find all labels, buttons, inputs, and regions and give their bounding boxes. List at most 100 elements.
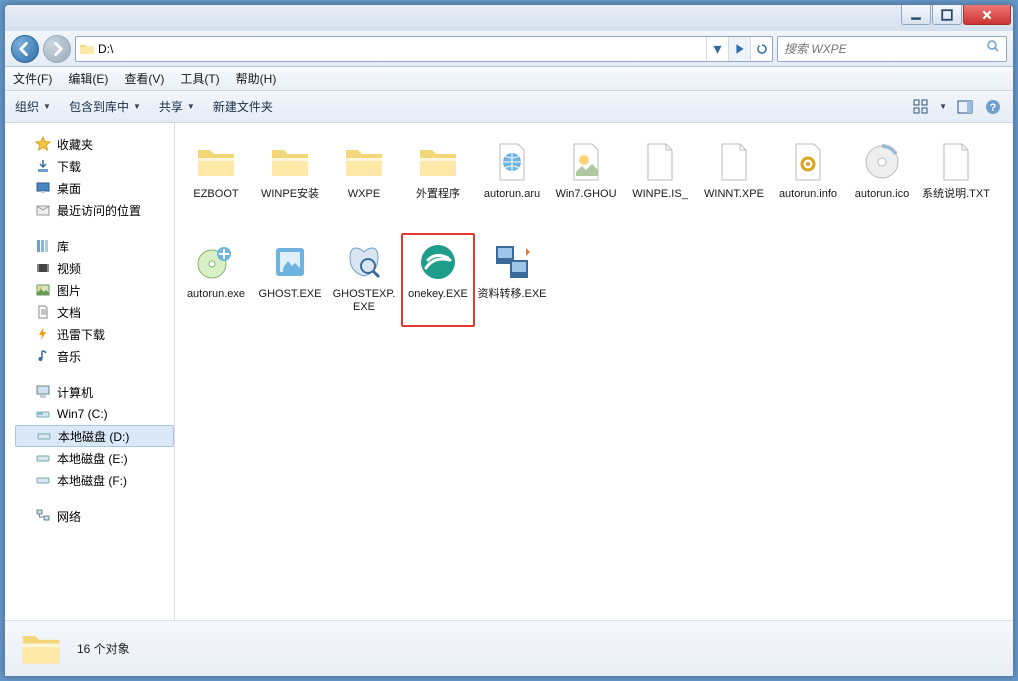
- file-item-autoruninfo[interactable]: autorun.info: [771, 133, 845, 227]
- sidebar-head-network[interactable]: 网络: [15, 505, 174, 527]
- exe-disc-icon: [192, 238, 240, 286]
- chevron-down-icon: ▼: [43, 102, 51, 111]
- file-label: autorun.exe: [187, 288, 245, 301]
- file-item-autorunexe[interactable]: autorun.exe: [179, 233, 253, 327]
- sidebar-head-computer[interactable]: 计算机: [15, 381, 174, 403]
- sidebar-head-favorites[interactable]: 收藏夹: [15, 133, 174, 155]
- share-button[interactable]: 共享 ▼: [159, 98, 195, 115]
- menu-edit[interactable]: 编辑(E): [68, 70, 108, 87]
- minimize-button[interactable]: [901, 5, 931, 25]
- main-area: 收藏夹 下载 桌面 最: [5, 123, 1013, 620]
- sidebar-item-label: 迅雷下载: [57, 326, 105, 343]
- explorer-window: D:\ ▾ 文件(F) 编辑(E) 查看(V) 工具(T) 帮助(H) 组织 ▼: [4, 4, 1014, 677]
- file-content-area[interactable]: EZBOOTWINPE安装 WXPE 外置程序autorun.aru Win7.GHO…: [175, 123, 1013, 620]
- file-item-ghostexe[interactable]: GHOST.EXE: [253, 233, 327, 327]
- folder-icon: [340, 138, 388, 186]
- file-item-autorunico[interactable]: autorun.ico: [845, 133, 919, 227]
- file-label: Win7.GHOU: [555, 188, 616, 201]
- address-go-button[interactable]: [728, 37, 750, 61]
- search-input[interactable]: [784, 42, 986, 56]
- sidebar-item-music[interactable]: 音乐: [15, 345, 174, 367]
- computer-icon: [35, 384, 51, 400]
- download-icon: [35, 158, 51, 174]
- file-globe-icon: [488, 138, 536, 186]
- sidebar-item-thunder[interactable]: 迅雷下载: [15, 323, 174, 345]
- sidebar: 收藏夹 下载 桌面 最: [5, 123, 175, 620]
- organize-label: 组织: [15, 98, 39, 115]
- folder-icon: [19, 627, 63, 671]
- desktop-icon: [35, 180, 51, 196]
- file-label: WXPE: [348, 188, 380, 201]
- file-item-win7ghou[interactable]: Win7.GHOU: [549, 133, 623, 227]
- sidebar-item-drive-f[interactable]: 本地磁盘 (F:): [15, 469, 174, 491]
- chevron-down-icon[interactable]: ▼: [939, 102, 947, 111]
- file-gear-icon: [784, 138, 832, 186]
- menu-file[interactable]: 文件(F): [13, 70, 52, 87]
- sidebar-item-label: 音乐: [57, 348, 81, 365]
- folder-icon: [192, 138, 240, 186]
- sidebar-item-label: 文档: [57, 304, 81, 321]
- chevron-down-icon: ▼: [187, 102, 195, 111]
- preview-pane-button[interactable]: [955, 97, 975, 117]
- newfolder-button[interactable]: 新建文件夹: [213, 98, 273, 115]
- file-item-EZBOOT[interactable]: EZBOOT: [179, 133, 253, 227]
- status-bar: 16 个对象: [5, 620, 1013, 676]
- thunder-icon: [35, 326, 51, 342]
- disc-icon: [858, 138, 906, 186]
- sidebar-group-computer: 计算机 Win7 (C:) 本地磁盘 (D:) 本地磁盘 (E:) 本地磁盘 (…: [15, 381, 174, 491]
- file-item-transfer[interactable]: 资料转移.EXE: [475, 233, 549, 327]
- address-bar[interactable]: D:\ ▾: [75, 36, 773, 62]
- organize-button[interactable]: 组织 ▼: [15, 98, 51, 115]
- sidebar-item-downloads[interactable]: 下载: [15, 155, 174, 177]
- file-label: 系统说明.TXT: [922, 188, 990, 201]
- titlebar: [5, 5, 1013, 31]
- picture-icon: [35, 282, 51, 298]
- back-button[interactable]: [11, 35, 39, 63]
- forward-button[interactable]: [43, 35, 71, 63]
- file-item-WINPE[interactable]: WINPE安装: [253, 133, 327, 227]
- file-item-winntxpe[interactable]: WINNT.XPE: [697, 133, 771, 227]
- document-icon: [35, 304, 51, 320]
- menu-bar: 文件(F) 编辑(E) 查看(V) 工具(T) 帮助(H): [5, 67, 1013, 91]
- file-label: GHOST.EXE: [259, 288, 322, 301]
- view-icons-button[interactable]: [911, 97, 931, 117]
- file-item-desc[interactable]: 系统说明.TXT: [919, 133, 993, 227]
- sidebar-item-label: 下载: [57, 158, 81, 175]
- ghostexp-icon: [340, 238, 388, 286]
- file-blank-icon: [636, 138, 684, 186]
- newfolder-label: 新建文件夹: [213, 98, 273, 115]
- sidebar-item-drive-d[interactable]: 本地磁盘 (D:): [15, 425, 174, 447]
- file-item-external[interactable]: 外置程序: [401, 133, 475, 227]
- sidebar-item-label: 本地磁盘 (E:): [57, 450, 128, 467]
- sidebar-item-documents[interactable]: 文档: [15, 301, 174, 323]
- onekey-icon: [414, 238, 462, 286]
- window-controls: [900, 5, 1011, 25]
- file-item-ghostexpexe[interactable]: GHOSTEXP.EXE: [327, 233, 401, 327]
- file-item-winpeis[interactable]: WINPE.IS_: [623, 133, 697, 227]
- menu-help[interactable]: 帮助(H): [236, 70, 277, 87]
- sidebar-item-label: 桌面: [57, 180, 81, 197]
- sidebar-item-drive-e[interactable]: 本地磁盘 (E:): [15, 447, 174, 469]
- help-button[interactable]: ?: [983, 97, 1003, 117]
- address-dropdown[interactable]: ▾: [706, 37, 728, 61]
- file-item-onekeyexe[interactable]: onekey.EXE: [401, 233, 475, 327]
- drive-icon: [36, 428, 52, 444]
- file-item-autorunaru[interactable]: autorun.aru: [475, 133, 549, 227]
- sidebar-item-drive-c[interactable]: Win7 (C:): [15, 403, 174, 425]
- include-button[interactable]: 包含到库中 ▼: [69, 98, 141, 115]
- share-label: 共享: [159, 98, 183, 115]
- sidebar-item-recent[interactable]: 最近访问的位置: [15, 199, 174, 221]
- sidebar-item-label: Win7 (C:): [57, 407, 108, 421]
- sidebar-item-pictures[interactable]: 图片: [15, 279, 174, 301]
- menu-tools[interactable]: 工具(T): [180, 70, 219, 87]
- search-box[interactable]: [777, 36, 1007, 62]
- refresh-button[interactable]: [750, 37, 772, 61]
- maximize-button[interactable]: [932, 5, 962, 25]
- sidebar-head-libraries[interactable]: 库: [15, 235, 174, 257]
- sidebar-item-desktop[interactable]: 桌面: [15, 177, 174, 199]
- sidebar-item-videos[interactable]: 视频: [15, 257, 174, 279]
- menu-view[interactable]: 查看(V): [124, 70, 164, 87]
- file-item-WXPE[interactable]: WXPE: [327, 133, 401, 227]
- close-button[interactable]: [963, 5, 1011, 25]
- view-switch: ▼ ?: [911, 97, 1003, 117]
